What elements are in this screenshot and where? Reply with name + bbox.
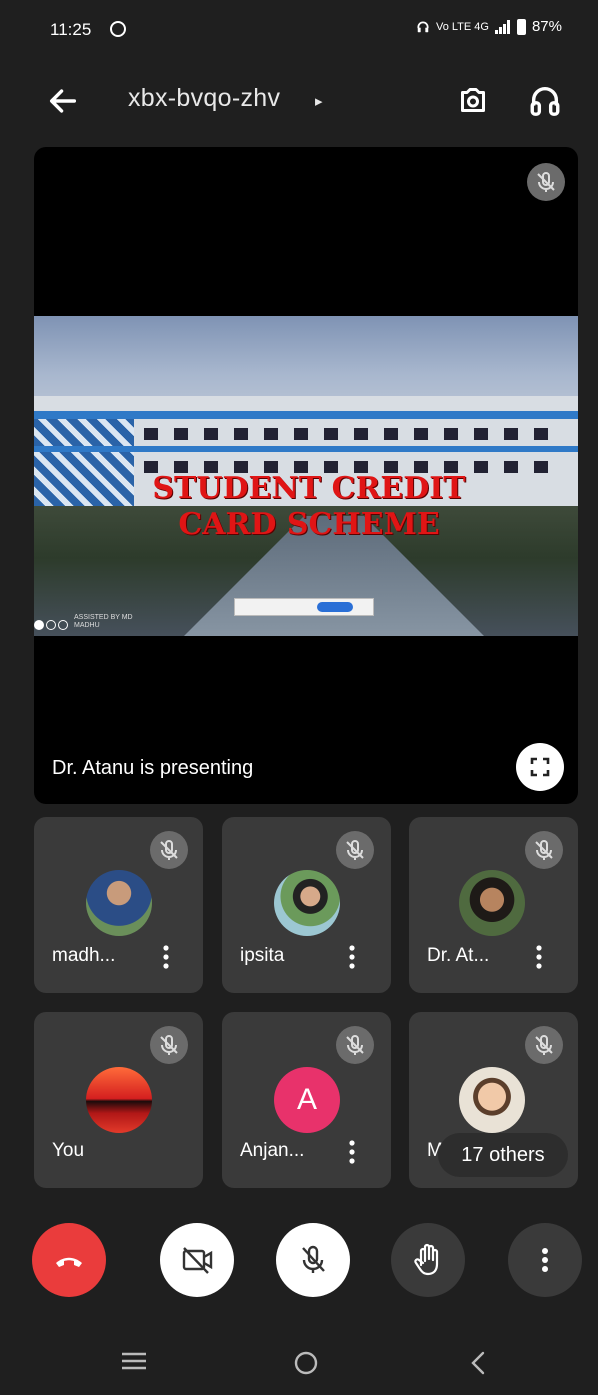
participant-tile[interactable]: You <box>34 1012 203 1188</box>
headphones-status-icon <box>417 21 429 32</box>
raise-hand-button[interactable] <box>391 1223 465 1297</box>
participant-name: Anjan... <box>240 1140 305 1161</box>
more-vert-icon[interactable] <box>533 943 545 971</box>
mic-off-icon <box>525 831 563 869</box>
avatar <box>459 1067 525 1133</box>
participant-tile[interactable]: Dr. At... <box>409 817 578 993</box>
arrow-left-icon[interactable] <box>46 84 80 118</box>
avatar <box>274 870 340 936</box>
signal-icon <box>494 19 510 34</box>
presentation-stage[interactable]: STUDENT CREDIT CARD SCHEME ASSISTED BY M… <box>34 147 578 804</box>
slide-dots <box>34 620 68 630</box>
participant-name: madh... <box>52 945 116 966</box>
nav-back-icon[interactable] <box>468 1350 488 1376</box>
more-vert-icon[interactable] <box>346 943 358 971</box>
meeting-info-caret[interactable]: ▸ <box>315 92 323 110</box>
participant-name: You <box>52 1140 85 1161</box>
meeting-code[interactable]: xbx-bvqo-zhv <box>128 84 280 113</box>
presenting-label: Dr. Atanu is presenting <box>52 757 254 779</box>
more-options-button[interactable] <box>508 1223 582 1297</box>
fullscreen-icon[interactable] <box>516 743 564 791</box>
avatar-letter: A <box>274 1067 340 1133</box>
nav-recents-icon[interactable] <box>120 1350 148 1372</box>
slide-search-bar <box>234 598 374 616</box>
headphones-icon[interactable] <box>528 82 562 118</box>
mic-toggle-button[interactable] <box>276 1223 350 1297</box>
avatar <box>459 870 525 936</box>
others-chip[interactable]: 17 others <box>438 1133 568 1177</box>
end-call-button[interactable] <box>32 1223 106 1297</box>
participant-tile[interactable]: madh... <box>34 817 203 993</box>
status-right: Vo LTE 4G 87% <box>416 18 562 35</box>
mic-off-icon <box>527 163 565 201</box>
more-vert-icon[interactable] <box>160 943 172 971</box>
more-vert-icon <box>542 1248 548 1272</box>
mic-off-icon <box>525 1026 563 1064</box>
end-call-icon <box>56 1257 82 1267</box>
avatar <box>86 870 152 936</box>
video-off-icon <box>182 1247 213 1274</box>
participant-tile[interactable]: A Anjan... <box>222 1012 391 1188</box>
more-vert-icon[interactable] <box>346 1138 358 1166</box>
participant-tile[interactable]: ipsita <box>222 817 391 993</box>
mic-off-icon <box>336 1026 374 1064</box>
avatar <box>86 1067 152 1133</box>
slide-title: STUDENT CREDIT CARD SCHEME <box>152 471 466 542</box>
nav-home-icon[interactable] <box>293 1350 319 1376</box>
battery-icon <box>516 18 526 35</box>
mic-off-icon <box>302 1245 325 1273</box>
sync-icon <box>110 21 126 37</box>
raise-hand-icon <box>414 1243 439 1276</box>
switch-camera-icon[interactable] <box>455 82 491 118</box>
mic-off-icon <box>336 831 374 869</box>
mic-off-icon <box>150 831 188 869</box>
participant-name: ipsita <box>240 945 285 966</box>
camera-toggle-button[interactable] <box>160 1223 234 1297</box>
network-label: Vo LTE 4G <box>435 20 489 33</box>
mic-off-icon <box>150 1026 188 1064</box>
slide-small-text: ASSISTED BY MD MADHU <box>74 614 133 629</box>
status-bar: 11:25 Vo LTE 4G 87% <box>0 0 598 62</box>
shared-slide: STUDENT CREDIT CARD SCHEME ASSISTED BY M… <box>34 316 578 636</box>
battery-percent: 87% <box>531 18 562 35</box>
participant-name: Dr. At... <box>427 945 490 966</box>
status-time: 11:25 <box>50 20 92 39</box>
